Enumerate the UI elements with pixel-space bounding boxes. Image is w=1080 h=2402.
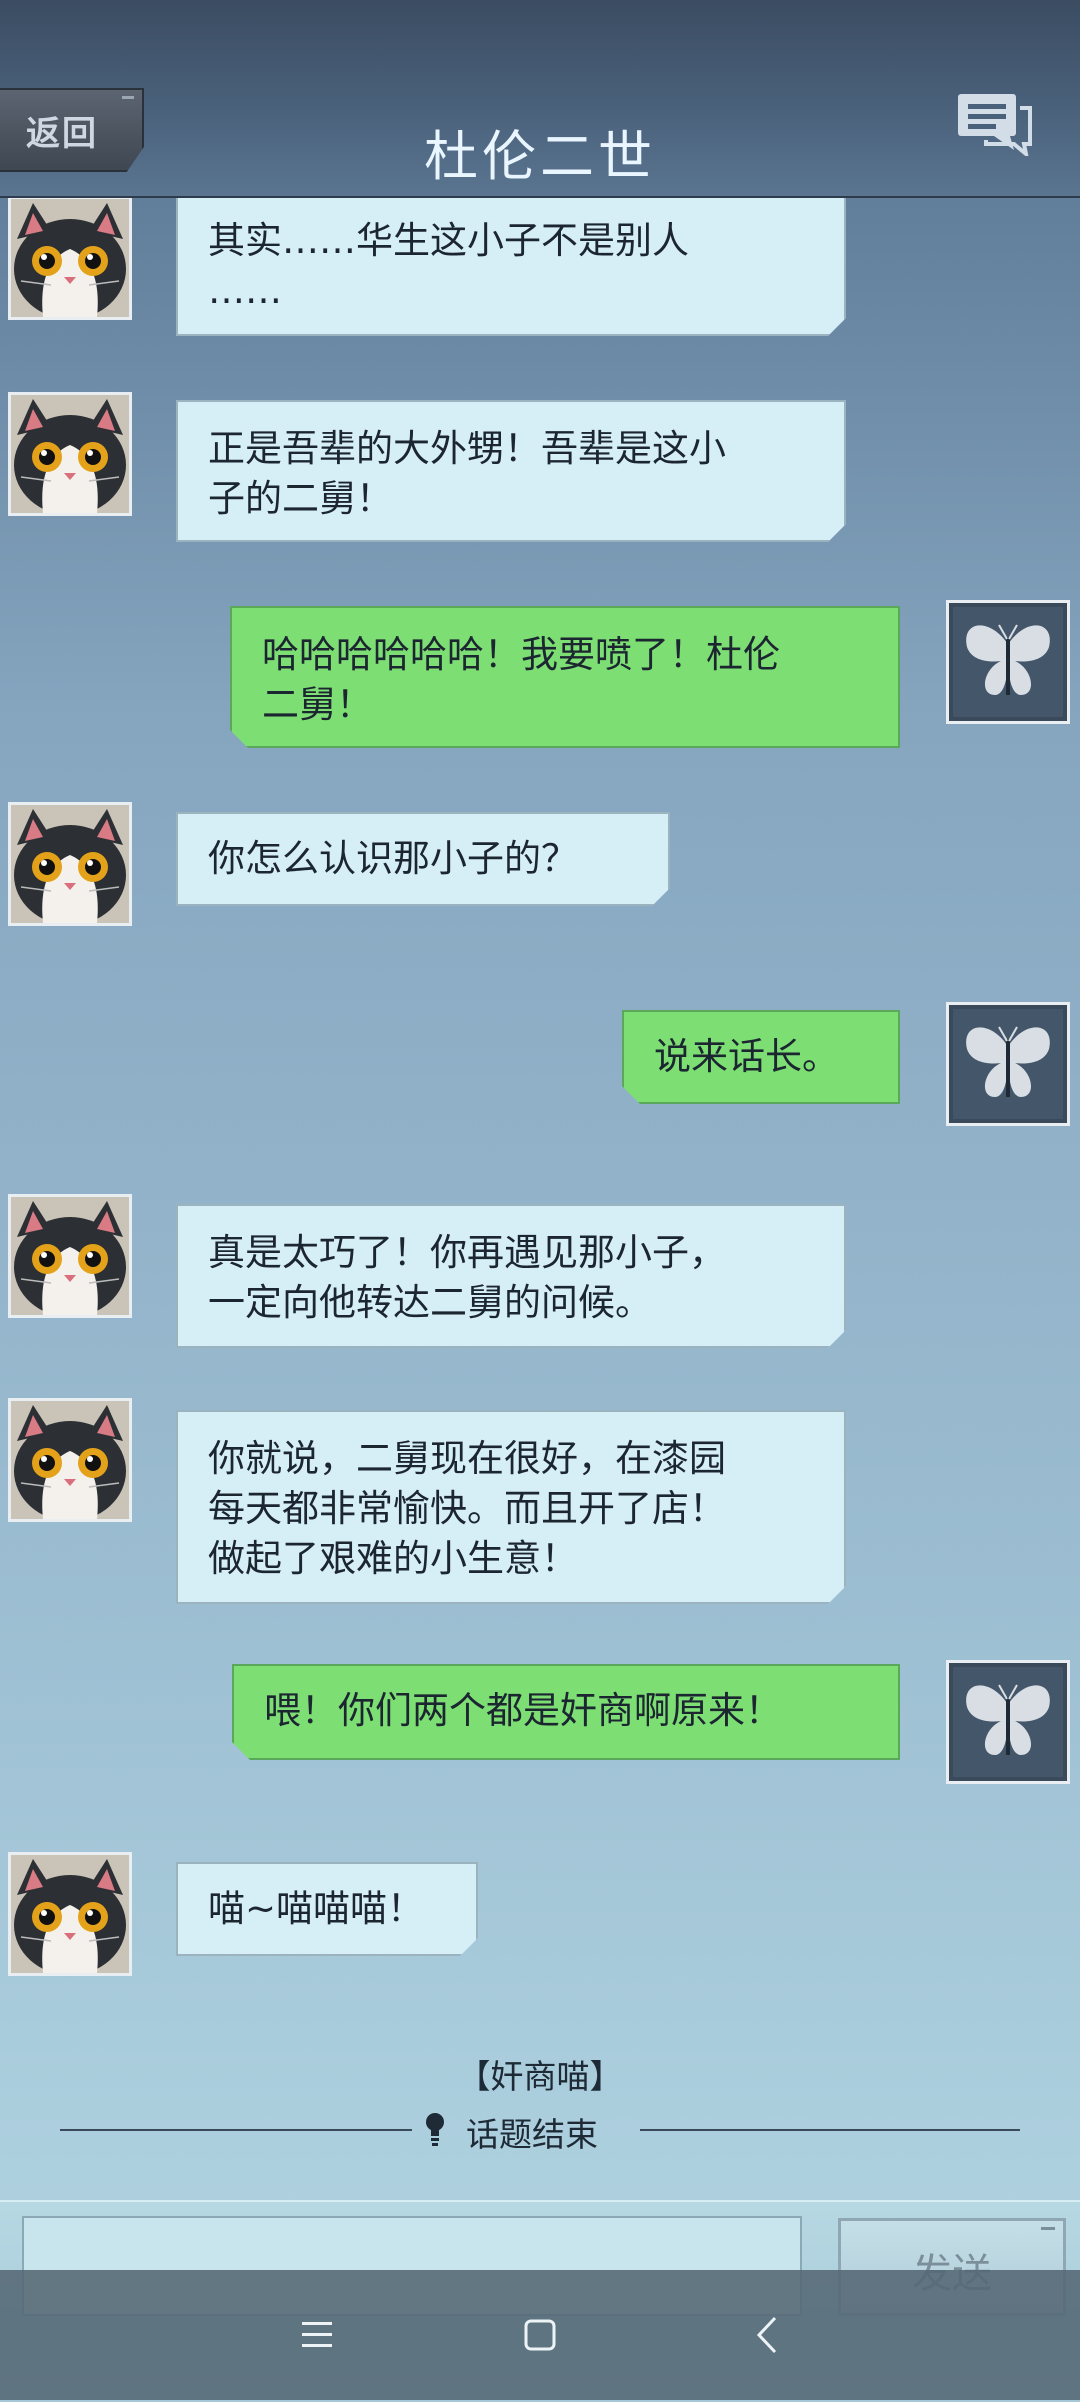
player-avatar[interactable] (946, 1002, 1070, 1126)
message-bubble-player: 说来话长。 (622, 1010, 900, 1104)
divider-left (60, 2129, 412, 2131)
message-line: 每天都非常愉快。而且开了店！ (208, 1487, 726, 1530)
message-line: 正是吾辈的大外甥！吾辈是这小 (208, 427, 726, 470)
npc-avatar[interactable] (8, 392, 132, 516)
npc-avatar[interactable] (8, 1398, 132, 1522)
npc-avatar[interactable] (8, 802, 132, 926)
message-bubble-npc: 你就说，二舅现在很好，在漆园 每天都非常愉快。而且开了店！ 做起了艰难的小生意！ (176, 1410, 846, 1604)
topic-name: 【奸商喵】 (457, 2057, 623, 2096)
message-line: 二舅！ (262, 683, 373, 726)
npc-avatar[interactable] (8, 198, 132, 320)
cat-avatar (11, 805, 129, 923)
back-button-corner (122, 96, 134, 99)
system-nav-bar (0, 2270, 1080, 2400)
page-title: 杜伦二世 (424, 125, 656, 188)
header: 返回 杜伦二世 (0, 0, 1080, 198)
message-line: 子的二舅！ (208, 477, 393, 520)
message-bubble-npc: 真是太巧了！你再遇见那小子， 一定向他转达二舅的问候。 (176, 1204, 846, 1348)
player-avatar[interactable] (946, 600, 1070, 724)
butterfly-avatar (949, 603, 1067, 721)
message-line: …… (208, 269, 282, 312)
lightbulb-icon (426, 2113, 444, 2146)
message-line: 喵~喵喵喵！ (208, 1887, 425, 1930)
message-line: 哈哈哈哈哈哈！我要喷了！杜伦 (262, 633, 780, 676)
butterfly-avatar (949, 1663, 1067, 1781)
cat-avatar (11, 1401, 129, 1519)
message-line: 你就说，二舅现在很好，在漆园 (208, 1437, 726, 1480)
message-line: 做起了艰难的小生意！ (208, 1537, 578, 1580)
back-icon[interactable] (733, 2300, 803, 2370)
message-bubble-npc: 喵~喵喵喵！ (176, 1862, 478, 1956)
message-line: 喂！你们两个都是奸商啊原来！ (264, 1689, 782, 1732)
butterfly-avatar (949, 1005, 1067, 1123)
npc-avatar[interactable] (8, 1852, 132, 1976)
message-bubble-npc: 你怎么认识那小子的？ (176, 812, 670, 906)
message-bubble-npc: 其实……华生这小子不是别人 …… (176, 198, 846, 336)
cat-avatar (11, 395, 129, 513)
message-bubble-player: 喂！你们两个都是奸商啊原来！ (232, 1664, 900, 1760)
message-bubble-player: 哈哈哈哈哈哈！我要喷了！杜伦 二舅！ (230, 606, 900, 748)
menu-icon[interactable] (282, 2300, 352, 2370)
cat-avatar (11, 199, 129, 317)
chat-log[interactable]: 其实……华生这小子不是别人 …… 正是吾辈的大外甥！吾辈是这小 子的二舅！ 哈哈… (0, 198, 1080, 2190)
message-line: 真是太巧了！你再遇见那小子， (208, 1231, 726, 1274)
chat-bubbles-icon[interactable] (956, 92, 1032, 156)
send-button-corner (1041, 2227, 1055, 2230)
home-icon[interactable] (505, 2300, 575, 2370)
npc-avatar[interactable] (8, 1194, 132, 1318)
message-line: 一定向他转达二舅的问候。 (208, 1281, 652, 1324)
cat-avatar (11, 1855, 129, 1973)
cat-avatar (11, 1197, 129, 1315)
topic-end-label: 话题结束 (466, 2115, 598, 2154)
message-line: 你怎么认识那小子的？ (208, 837, 578, 880)
message-line: 说来话长。 (654, 1035, 839, 1078)
message-line: 其实……华生这小子不是别人 (208, 219, 689, 262)
player-avatar[interactable] (946, 1660, 1070, 1784)
message-bubble-npc: 正是吾辈的大外甥！吾辈是这小 子的二舅！ (176, 400, 846, 542)
